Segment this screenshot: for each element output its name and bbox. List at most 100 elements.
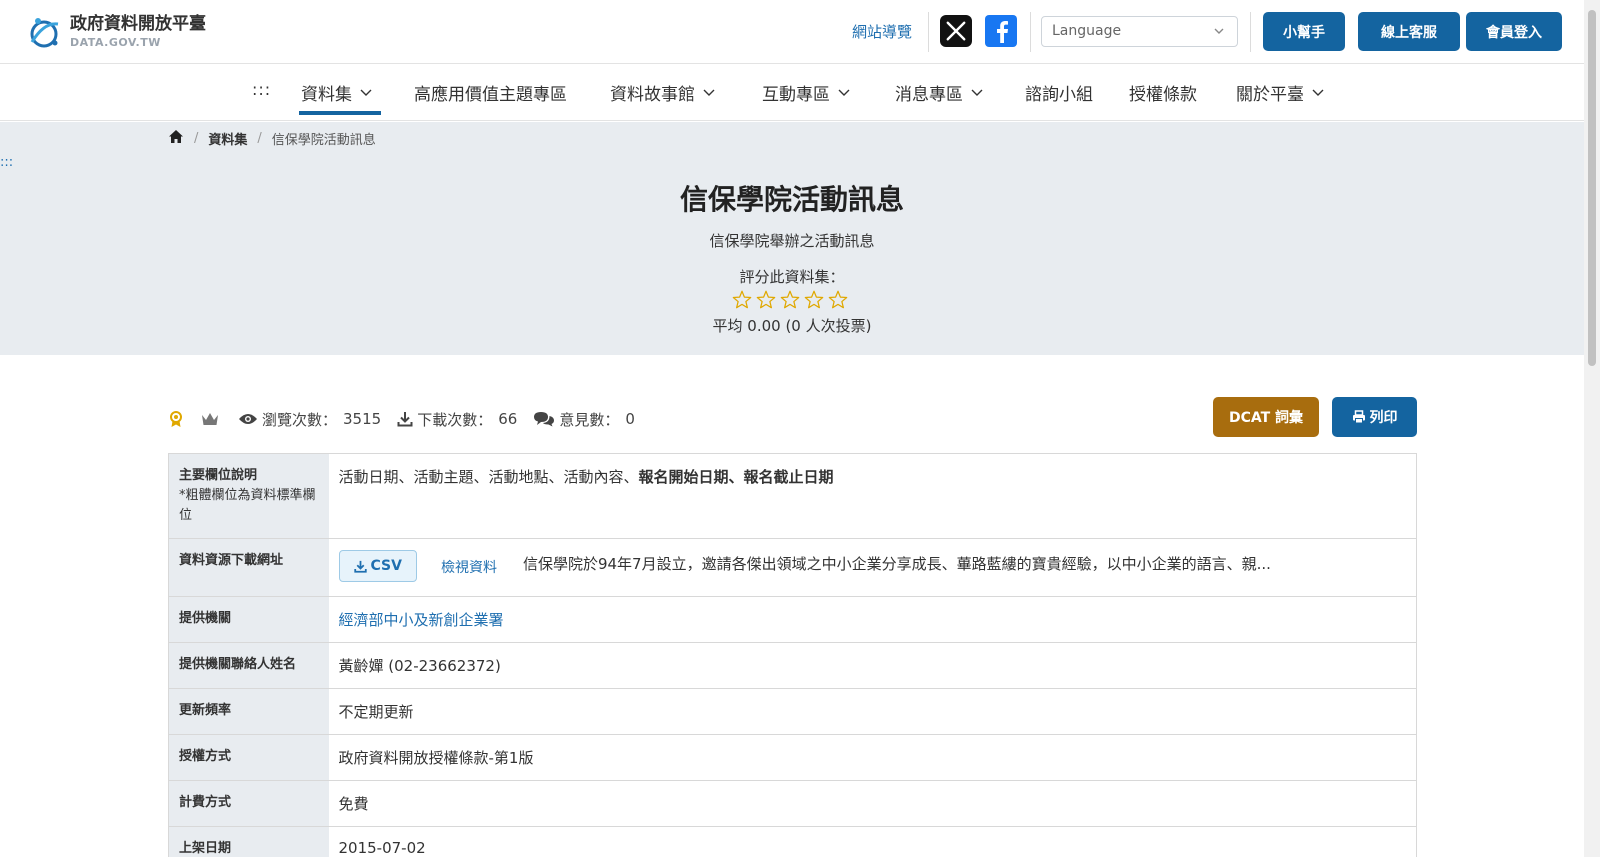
award-icon bbox=[168, 410, 184, 428]
main-fields-plain: 活動日期、活動主題、活動地點、活動內容、 bbox=[338, 468, 639, 486]
downloads-count: 66 bbox=[498, 410, 518, 428]
download-icon bbox=[397, 411, 413, 427]
scrollbar-thumb[interactable] bbox=[1588, 10, 1596, 366]
resource-label: 資料資源下載網址 bbox=[168, 538, 329, 598]
rating-stars bbox=[732, 290, 848, 313]
fee-value: 免費 bbox=[328, 780, 1417, 828]
star-icon[interactable] bbox=[804, 290, 824, 313]
sitemap-link[interactable]: 網站導覽 bbox=[852, 21, 912, 42]
nav-item-news[interactable]: 消息專區 bbox=[895, 80, 983, 105]
facebook-icon[interactable] bbox=[985, 15, 1017, 47]
top-header: 政府資料開放平臺 DATA.GOV.TW 網站導覽 Language 小幫手 線… bbox=[0, 0, 1584, 64]
csv-label: CSV bbox=[370, 558, 402, 575]
comments-icon bbox=[533, 411, 555, 427]
rating-label: 評分此資料集： bbox=[739, 268, 845, 286]
logo-mark-icon bbox=[24, 12, 64, 52]
license-value: 政府資料開放授權條款-第1版 bbox=[328, 734, 1417, 782]
star-icon[interactable] bbox=[828, 290, 848, 313]
helper-button[interactable]: 小幫手 bbox=[1263, 12, 1345, 51]
table-row: 上架日期 2015-07-02 bbox=[168, 826, 1417, 857]
print-button[interactable]: 列印 bbox=[1332, 397, 1417, 437]
breadcrumb: / 資料集 / 信保學院活動訊息 bbox=[168, 128, 376, 148]
nav-item-stories[interactable]: 資料故事館 bbox=[610, 80, 715, 105]
star-icon[interactable] bbox=[732, 290, 752, 313]
site-logo[interactable]: 政府資料開放平臺 DATA.GOV.TW bbox=[24, 10, 214, 54]
nav-item-label: 授權條款 bbox=[1129, 85, 1197, 105]
print-label: 列印 bbox=[1369, 410, 1398, 426]
csv-download-button[interactable]: CSV bbox=[338, 550, 417, 583]
contact-label: 提供機關聯絡人姓名 bbox=[168, 642, 329, 690]
star-icon[interactable] bbox=[780, 290, 800, 313]
comments-count: 0 bbox=[625, 410, 635, 428]
main-fields-label: 主要欄位說明 bbox=[179, 468, 258, 483]
nav-item-high-value[interactable]: 高應用價值主題專區 bbox=[414, 80, 567, 105]
dataset-description: 信保學院舉辦之活動訊息 bbox=[709, 232, 875, 250]
rating-average: 平均 0.00 (0 人次投票) bbox=[712, 317, 872, 335]
logo-title: 政府資料開放平臺 bbox=[70, 14, 206, 34]
contact-value: 黃齡嬋 (02-23662372) bbox=[328, 642, 1417, 690]
chevron-down-icon bbox=[971, 83, 983, 103]
x-twitter-icon[interactable] bbox=[940, 15, 972, 47]
table-row: 資料資源下載網址 CSV 檢視資料 信保學院於94年7月設立，邀請各傑出領域之中… bbox=[168, 538, 1417, 598]
views-label: 瀏覽次數： bbox=[262, 410, 338, 429]
content-accesskey[interactable]: ::: bbox=[0, 155, 13, 170]
frequency-label: 更新頻率 bbox=[168, 688, 329, 736]
nav-item-datasets[interactable]: 資料集 bbox=[301, 80, 372, 105]
chevron-down-icon bbox=[1312, 83, 1324, 103]
divider bbox=[1030, 12, 1031, 52]
dataset-stats: 瀏覽次數： 3515 下載次數： 66 意見數： 0 bbox=[168, 408, 635, 430]
logo-subtitle: DATA.GOV.TW bbox=[70, 36, 161, 49]
table-row: 更新頻率 不定期更新 bbox=[168, 688, 1417, 736]
comments-label: 意見數： bbox=[559, 410, 620, 429]
main-fields-note: *粗體欄位為資料標準欄位 bbox=[179, 488, 316, 524]
nav-item-advisory[interactable]: 諮詢小組 bbox=[1025, 80, 1093, 105]
table-row: 計費方式 免費 bbox=[168, 780, 1417, 828]
fee-label: 計費方式 bbox=[168, 780, 329, 828]
breadcrumb-datasets[interactable]: 資料集 bbox=[208, 129, 247, 148]
chevron-down-icon bbox=[703, 83, 715, 103]
online-service-button[interactable]: 線上客服 bbox=[1358, 12, 1460, 51]
chevron-down-icon bbox=[838, 83, 850, 103]
views-count: 3515 bbox=[343, 410, 382, 428]
table-row: 主要欄位說明 *粗體欄位為資料標準欄位 活動日期、活動主題、活動地點、活動內容、… bbox=[168, 453, 1417, 540]
published-value: 2015-07-02 bbox=[328, 826, 1417, 857]
nav-item-about[interactable]: 關於平臺 bbox=[1236, 80, 1324, 105]
member-login-button[interactable]: 會員登入 bbox=[1466, 12, 1562, 51]
page-title: 信保學院活動訊息 bbox=[679, 183, 904, 216]
nav-item-label: 高應用價值主題專區 bbox=[414, 85, 567, 105]
language-select-value: Language bbox=[1052, 23, 1122, 39]
nav-item-label: 資料集 bbox=[301, 85, 352, 105]
language-select[interactable]: Language bbox=[1041, 16, 1238, 47]
nav-item-label: 關於平臺 bbox=[1236, 85, 1304, 105]
nav-item-interactive[interactable]: 互動專區 bbox=[762, 80, 850, 105]
main-nav: ::: 資料集 高應用價值主題專區 資料故事館 互動專區 消息專區 諮詢小組 授… bbox=[0, 64, 1584, 121]
nav-item-label: 諮詢小組 bbox=[1025, 85, 1093, 105]
main-fields-bold: 報名開始日期、報名截止日期 bbox=[638, 468, 834, 486]
star-icon[interactable] bbox=[756, 290, 776, 313]
dataset-info-table: 主要欄位說明 *粗體欄位為資料標準欄位 活動日期、活動主題、活動地點、活動內容、… bbox=[168, 453, 1417, 857]
chevron-down-icon bbox=[360, 83, 372, 103]
provider-label: 提供機關 bbox=[168, 596, 329, 644]
nav-item-license[interactable]: 授權條款 bbox=[1129, 80, 1197, 105]
nav-item-label: 消息專區 bbox=[895, 85, 963, 105]
nav-accesskey[interactable]: ::: bbox=[252, 80, 271, 99]
provider-link[interactable]: 經濟部中小及新創企業署 bbox=[339, 611, 504, 629]
divider bbox=[928, 12, 929, 52]
divider bbox=[1250, 12, 1251, 52]
download-icon bbox=[353, 560, 367, 573]
dcat-button[interactable]: DCAT 詞彙 bbox=[1213, 397, 1319, 437]
license-label: 授權方式 bbox=[168, 734, 329, 782]
nav-item-label: 資料故事館 bbox=[610, 85, 695, 105]
page-scrollbar[interactable] bbox=[1584, 0, 1600, 857]
view-data-link[interactable]: 檢視資料 bbox=[441, 557, 497, 577]
chevron-down-icon bbox=[1213, 25, 1225, 41]
home-icon[interactable] bbox=[168, 129, 184, 148]
table-row: 提供機關 經濟部中小及新創企業署 bbox=[168, 596, 1417, 644]
eye-icon bbox=[238, 412, 258, 426]
downloads-label: 下載次數： bbox=[417, 410, 493, 429]
nav-active-indicator bbox=[299, 111, 381, 115]
table-row: 授權方式 政府資料開放授權條款-第1版 bbox=[168, 734, 1417, 782]
resource-description: 信保學院於94年7月設立，邀請各傑出領域之中小企業分享成長、蓽路藍縷的寶貴經驗，… bbox=[522, 555, 1271, 574]
breadcrumb-current: 信保學院活動訊息 bbox=[271, 132, 376, 148]
nav-item-label: 互動專區 bbox=[762, 85, 830, 105]
